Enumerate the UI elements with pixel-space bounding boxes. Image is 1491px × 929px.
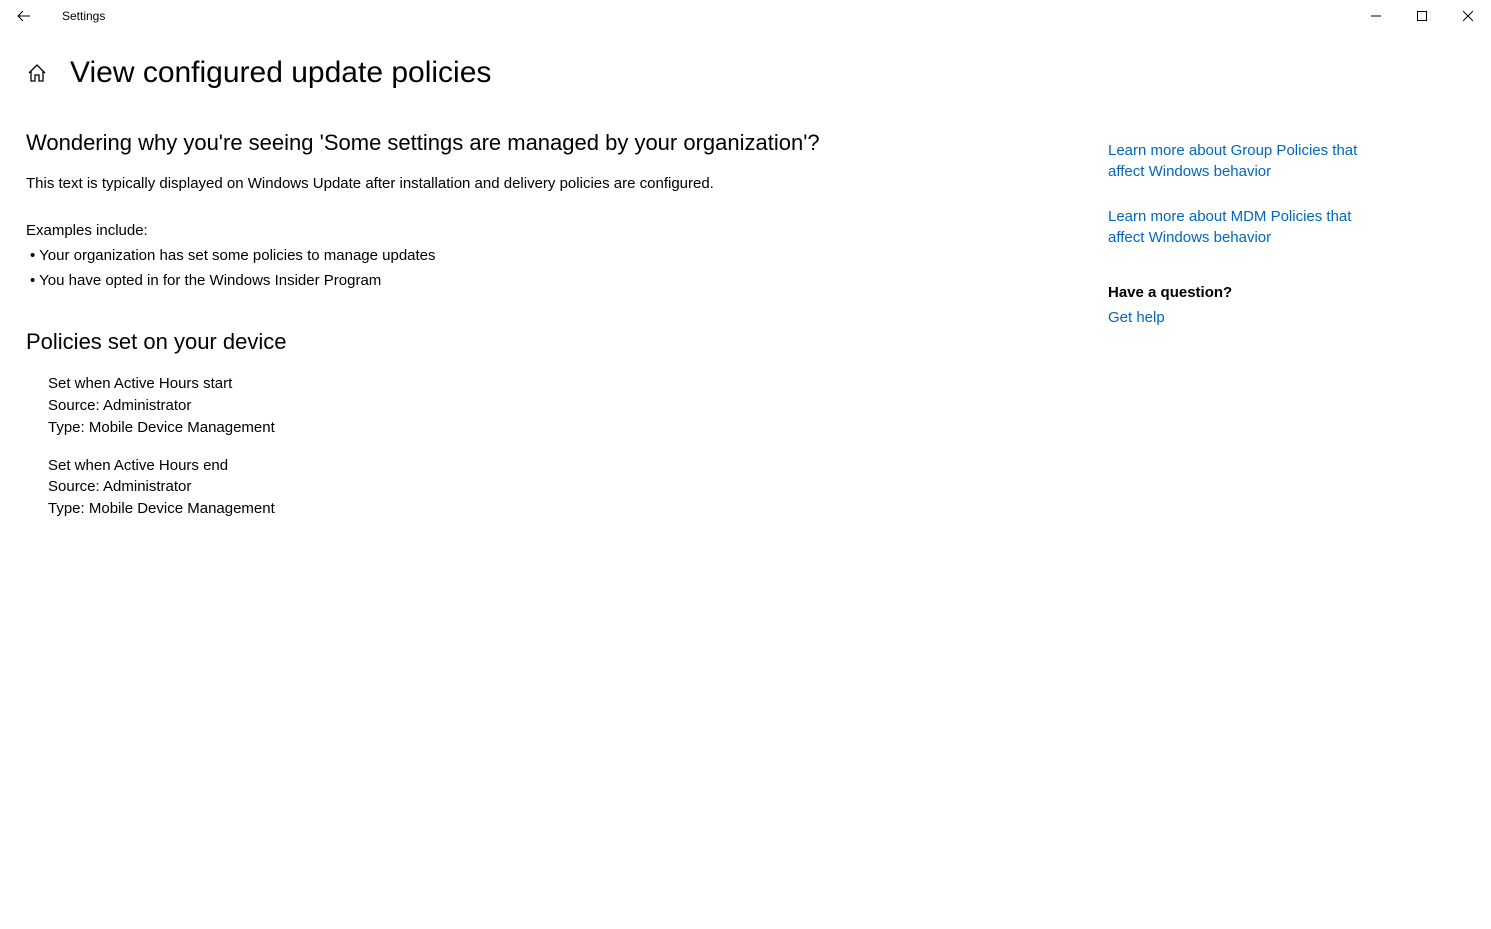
home-button[interactable] [26, 62, 48, 84]
title-bar: Settings [0, 0, 1491, 32]
link-mdm-policies[interactable]: Learn more about MDM Policies that affec… [1108, 206, 1386, 248]
policy-block: Set when Active Hours end Source: Admini… [48, 455, 1076, 520]
main-content: Wondering why you're seeing 'Some settin… [26, 130, 1076, 536]
page-title: View configured update policies [70, 56, 491, 90]
policy-name: Set when Active Hours start [48, 373, 1076, 395]
example-item: • Your organization has set some policie… [26, 247, 1076, 264]
examples-label: Examples include: [26, 222, 1076, 239]
maximize-button[interactable] [1399, 0, 1445, 32]
policy-source: Source: Administrator [48, 395, 1076, 417]
policy-type: Type: Mobile Device Management [48, 498, 1076, 520]
section-heading-why: Wondering why you're seeing 'Some settin… [26, 130, 1076, 156]
minimize-button[interactable] [1353, 0, 1399, 32]
example-item: • You have opted in for the Windows Insi… [26, 272, 1076, 289]
link-group-policies[interactable]: Learn more about Group Policies that aff… [1108, 140, 1386, 182]
back-arrow-icon [16, 8, 32, 24]
minimize-icon [1371, 11, 1381, 21]
policy-block: Set when Active Hours start Source: Admi… [48, 373, 1076, 438]
policy-type: Type: Mobile Device Management [48, 417, 1076, 439]
title-bar-left: Settings [0, 6, 105, 26]
section-heading-policies: Policies set on your device [26, 329, 1076, 355]
content-wrapper: Wondering why you're seeing 'Some settin… [0, 108, 1491, 536]
policy-name: Set when Active Hours end [48, 455, 1076, 477]
close-icon [1463, 11, 1473, 21]
question-heading: Have a question? [1108, 284, 1386, 301]
back-button[interactable] [14, 6, 34, 26]
header: View configured update policies [0, 32, 1491, 108]
window-controls [1353, 0, 1491, 32]
home-icon [26, 62, 48, 84]
body-text-explanation: This text is typically displayed on Wind… [26, 174, 1076, 194]
policy-source: Source: Administrator [48, 476, 1076, 498]
window-title: Settings [52, 9, 105, 23]
close-button[interactable] [1445, 0, 1491, 32]
maximize-icon [1417, 11, 1427, 21]
link-get-help[interactable]: Get help [1108, 309, 1165, 326]
sidebar: Learn more about Group Policies that aff… [1076, 130, 1386, 536]
